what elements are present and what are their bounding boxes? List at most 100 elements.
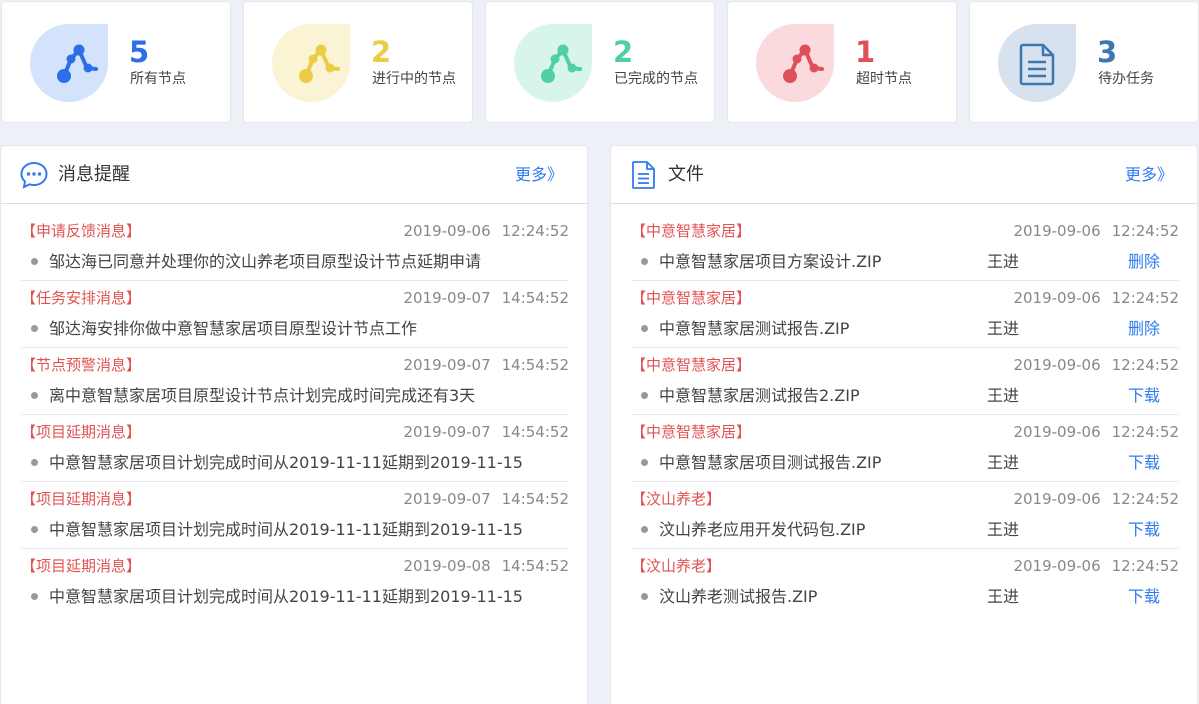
message-type: 【节点预警消息】 xyxy=(21,356,142,374)
bullet-dot xyxy=(641,526,648,533)
bullet-dot xyxy=(641,258,648,265)
nodes-icon xyxy=(756,24,834,102)
bullet-dot xyxy=(641,459,648,466)
file-row: 【中意智慧家居】 2019-09-06 12:24:52 中意智慧家居测试报告2.… xyxy=(631,348,1179,415)
document-icon xyxy=(629,160,659,194)
stat-value: 1 xyxy=(855,35,876,69)
messages-panel: 消息提醒 更多》 【申请反馈消息】 2019-09-06 12:24:52 邹达海… xyxy=(0,145,588,704)
message-text: 邹达海已同意并处理你的汶山养老项目原型设计节点延期申请 xyxy=(49,252,482,271)
file-timestamp: 2019-09-06 12:24:52 xyxy=(1013,490,1179,508)
messages-panel-header: 消息提醒 更多》 xyxy=(1,146,587,204)
file-project: 【中意智慧家居】 xyxy=(631,289,752,307)
message-row[interactable]: 【项目延期消息】 2019-09-08 14:54:52 中意智慧家居项目计划完成… xyxy=(21,549,569,616)
message-type: 【申请反馈消息】 xyxy=(21,222,142,240)
stats-bar: 5 所有节点 2 进行中的节点 2 已完成的节点 1 超时节点 3 待办任务 xyxy=(0,0,1199,124)
stat-card-completed[interactable]: 2 已完成的节点 xyxy=(485,1,715,123)
file-row: 【中意智慧家居】 2019-09-06 12:24:52 中意智慧家居项目方案设计… xyxy=(631,214,1179,281)
more-link[interactable]: 更多》 xyxy=(515,164,563,186)
download-button[interactable]: 下载 xyxy=(1128,519,1160,541)
stat-value: 2 xyxy=(371,35,392,69)
file-owner: 王进 xyxy=(987,319,1020,338)
file-row: 【中意智慧家居】 2019-09-06 12:24:52 中意智慧家居项目测试报告… xyxy=(631,415,1179,482)
file-name[interactable]: 中意智慧家居测试报告2.ZIP xyxy=(659,385,860,407)
file-project: 【中意智慧家居】 xyxy=(631,423,752,441)
message-timestamp: 2019-09-07 14:54:52 xyxy=(403,289,569,307)
file-project: 【汶山养老】 xyxy=(631,557,722,575)
download-button[interactable]: 下载 xyxy=(1128,586,1160,608)
panel-title: 消息提醒 xyxy=(58,164,130,185)
nodes-icon xyxy=(272,24,350,102)
file-owner: 王进 xyxy=(987,453,1020,472)
document-icon xyxy=(998,24,1076,102)
file-timestamp: 2019-09-06 12:24:52 xyxy=(1013,557,1179,575)
message-text: 离中意智慧家居项目原型设计节点计划完成时间完成还有3天 xyxy=(49,386,476,405)
message-type: 【项目延期消息】 xyxy=(21,490,142,508)
bullet-dot xyxy=(31,325,38,332)
panel-title: 文件 xyxy=(668,164,704,185)
file-name[interactable]: 汶山养老应用开发代码包.ZIP xyxy=(659,519,865,541)
stat-card-all-nodes[interactable]: 5 所有节点 xyxy=(1,1,231,123)
file-timestamp: 2019-09-06 12:24:52 xyxy=(1013,423,1179,441)
file-owner: 王进 xyxy=(987,386,1020,405)
file-owner: 王进 xyxy=(987,252,1020,271)
stat-value: 3 xyxy=(1097,35,1118,69)
message-timestamp: 2019-09-08 14:54:52 xyxy=(403,557,569,575)
stat-label: 进行中的节点 xyxy=(372,71,456,87)
message-type: 【任务安排消息】 xyxy=(21,289,142,307)
more-link[interactable]: 更多》 xyxy=(1125,164,1173,186)
message-type: 【项目延期消息】 xyxy=(21,557,142,575)
file-owner: 王进 xyxy=(987,587,1020,606)
files-panel-header: 文件 更多》 xyxy=(611,146,1197,204)
message-row[interactable]: 【项目延期消息】 2019-09-07 14:54:52 中意智慧家居项目计划完成… xyxy=(21,482,569,549)
file-name[interactable]: 中意智慧家居项目方案设计.ZIP xyxy=(659,251,881,273)
message-text: 中意智慧家居项目计划完成时间从2019-11-11延期到2019-11-15 xyxy=(49,587,523,606)
file-timestamp: 2019-09-06 12:24:52 xyxy=(1013,222,1179,240)
message-timestamp: 2019-09-07 14:54:52 xyxy=(403,356,569,374)
bullet-dot xyxy=(31,392,38,399)
bullet-dot xyxy=(641,593,648,600)
stat-label: 超时节点 xyxy=(856,71,912,87)
nodes-icon xyxy=(514,24,592,102)
stat-value: 5 xyxy=(129,35,150,69)
file-name[interactable]: 中意智慧家居项目测试报告.ZIP xyxy=(659,452,881,474)
stat-label: 待办任务 xyxy=(1098,71,1154,87)
message-type: 【项目延期消息】 xyxy=(21,423,142,441)
stat-card-overdue[interactable]: 1 超时节点 xyxy=(727,1,957,123)
message-timestamp: 2019-09-07 14:54:52 xyxy=(403,423,569,441)
message-text: 中意智慧家居项目计划完成时间从2019-11-11延期到2019-11-15 xyxy=(49,453,523,472)
message-text: 中意智慧家居项目计划完成时间从2019-11-11延期到2019-11-15 xyxy=(49,520,523,539)
download-button[interactable]: 下载 xyxy=(1128,452,1160,474)
file-project: 【中意智慧家居】 xyxy=(631,222,752,240)
stat-card-todo[interactable]: 3 待办任务 xyxy=(969,1,1199,123)
message-row[interactable]: 【项目延期消息】 2019-09-07 14:54:52 中意智慧家居项目计划完成… xyxy=(21,415,569,482)
file-name[interactable]: 汶山养老测试报告.ZIP xyxy=(659,586,817,608)
delete-button[interactable]: 删除 xyxy=(1128,318,1160,340)
file-owner: 王进 xyxy=(987,520,1020,539)
chat-bubble-icon xyxy=(19,160,49,194)
bullet-dot xyxy=(641,325,648,332)
download-button[interactable]: 下载 xyxy=(1128,385,1160,407)
stat-card-in-progress[interactable]: 2 进行中的节点 xyxy=(243,1,473,123)
message-row[interactable]: 【申请反馈消息】 2019-09-06 12:24:52 邹达海已同意并处理你的汶… xyxy=(21,214,569,281)
bullet-dot xyxy=(641,392,648,399)
file-name[interactable]: 中意智慧家居测试报告.ZIP xyxy=(659,318,849,340)
file-row: 【中意智慧家居】 2019-09-06 12:24:52 中意智慧家居测试报告.Z… xyxy=(631,281,1179,348)
stat-label: 所有节点 xyxy=(130,71,186,87)
file-project: 【汶山养老】 xyxy=(631,490,722,508)
nodes-icon xyxy=(30,24,108,102)
bullet-dot xyxy=(31,526,38,533)
file-timestamp: 2019-09-06 12:24:52 xyxy=(1013,356,1179,374)
file-row: 【汶山养老】 2019-09-06 12:24:52 汶山养老应用开发代码包.ZI… xyxy=(631,482,1179,549)
file-row: 【汶山养老】 2019-09-06 12:24:52 汶山养老测试报告.ZIP 王… xyxy=(631,549,1179,616)
message-row[interactable]: 【节点预警消息】 2019-09-07 14:54:52 离中意智慧家居项目原型设… xyxy=(21,348,569,415)
bullet-dot xyxy=(31,258,38,265)
stat-value: 2 xyxy=(613,35,634,69)
files-panel: 文件 更多》 【中意智慧家居】 2019-09-06 12:24:52 中意智慧家… xyxy=(610,145,1198,704)
stat-label: 已完成的节点 xyxy=(614,71,698,87)
message-row[interactable]: 【任务安排消息】 2019-09-07 14:54:52 邹达海安排你做中意智慧家… xyxy=(21,281,569,348)
bullet-dot xyxy=(31,459,38,466)
delete-button[interactable]: 删除 xyxy=(1128,251,1160,273)
message-timestamp: 2019-09-07 14:54:52 xyxy=(403,490,569,508)
file-project: 【中意智慧家居】 xyxy=(631,356,752,374)
message-text: 邹达海安排你做中意智慧家居项目原型设计节点工作 xyxy=(49,319,418,338)
